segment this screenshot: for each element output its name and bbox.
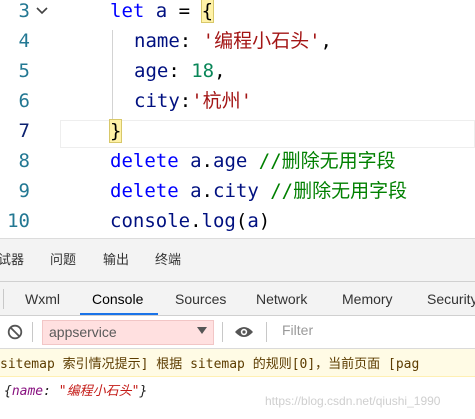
code-text: delete a.city //删除无用字段: [110, 176, 407, 206]
property-name: name: [134, 30, 180, 52]
code-text: age: 18,: [134, 56, 226, 86]
brace-close: }: [139, 384, 148, 399]
tab-console[interactable]: Console: [92, 282, 143, 315]
warning-message: sitemap 索引情况提示] 根据 sitemap 的规则[0]，当前页面 […: [0, 357, 420, 372]
object-key: name: [11, 384, 44, 399]
toolbar-separator: [32, 322, 33, 342]
identifier: a: [190, 180, 202, 202]
code-text: name: '编程小石头',: [134, 26, 332, 56]
dropdown-arrow-icon: [197, 327, 207, 334]
property-name: age: [213, 150, 248, 172]
paren-open: (: [235, 210, 248, 232]
devtools-tab-bar: Wxml Console Sources Network Memory Secu…: [0, 281, 475, 316]
colon: :: [179, 30, 203, 52]
console-warning-row: sitemap 索引情况提示] 根据 sitemap 的规则[0]，当前页面 […: [0, 349, 475, 377]
clear-console-icon[interactable]: [7, 324, 23, 340]
toolbar-separator: [222, 322, 223, 342]
toolbar-separator: [266, 322, 267, 342]
paren-close: ): [258, 210, 271, 232]
identifier: a: [190, 150, 202, 172]
code-text: console.log(a): [110, 206, 270, 236]
log-object: {name: "编程小石头"}: [4, 380, 147, 399]
code-line: 5 age: 18,: [0, 56, 475, 86]
colon: :: [179, 90, 192, 112]
active-tab-indicator: [80, 313, 158, 315]
tab-problems[interactable]: 问题: [50, 239, 76, 281]
code-line: 9 delete a.city //删除无用字段: [0, 176, 475, 206]
console-toolbar: appservice Filter: [0, 316, 475, 349]
property-name: city: [213, 180, 259, 202]
colon: :: [43, 384, 59, 399]
matched-brace: }: [108, 119, 123, 143]
line-number: 8: [18, 150, 30, 172]
argument: a: [247, 210, 259, 232]
comma: ,: [214, 60, 226, 82]
line-number: 7: [18, 120, 30, 142]
property-name: city: [134, 90, 180, 112]
code-text: let a = {: [110, 0, 215, 26]
brace-open: {: [4, 384, 12, 399]
code-line: 4 name: '编程小石头',: [0, 26, 475, 56]
tab-wxml[interactable]: Wxml: [25, 282, 60, 315]
dot: .: [201, 180, 213, 202]
tab-terminal[interactable]: 终端: [155, 239, 181, 281]
fold-chevron-icon[interactable]: [34, 2, 50, 20]
eye-icon[interactable]: [234, 325, 254, 339]
code-line: 7 }: [0, 116, 475, 146]
string-value: '杭州': [191, 90, 253, 112]
object-value: "编程小石头": [58, 384, 140, 399]
string-value: '编程小石头': [202, 30, 321, 52]
operator: =: [167, 0, 202, 22]
comment: //删除无用字段: [270, 180, 408, 202]
number-value: 18: [191, 60, 215, 82]
code-text: city:'杭州': [134, 86, 252, 116]
code-line: 10 console.log(a): [0, 206, 475, 236]
keyword: delete: [110, 180, 179, 202]
tab-memory[interactable]: Memory: [342, 282, 393, 315]
comma: ,: [320, 30, 332, 52]
comment: //删除无用字段: [258, 150, 396, 172]
matched-brace: {: [200, 0, 215, 23]
identifier: console: [110, 210, 191, 232]
line-number: 4: [18, 30, 30, 52]
context-select-value: appservice: [49, 324, 117, 340]
line-number: 9: [18, 180, 30, 202]
code-text: }: [108, 116, 123, 146]
method-name: log: [201, 210, 236, 232]
filter-input[interactable]: Filter: [282, 322, 313, 338]
line-number: 6: [18, 90, 30, 112]
line-number: 10: [7, 210, 30, 232]
context-select[interactable]: appservice: [42, 320, 214, 345]
tab-debugger[interactable]: 试器: [0, 239, 24, 281]
watermark: https://blog.csdn.net/qiushi_1990: [265, 394, 441, 408]
code-text: delete a.age //删除无用字段: [110, 146, 396, 176]
tab-security[interactable]: Security: [427, 282, 475, 315]
keyword: let: [110, 0, 145, 22]
code-line: 3 let a = {: [0, 0, 475, 26]
tab-sources[interactable]: Sources: [175, 282, 226, 315]
line-number: 3: [18, 0, 30, 22]
code-editor[interactable]: 3 let a = { 4 name: '编程小石头', 5 age: 18, …: [0, 0, 475, 238]
line-number: 5: [18, 60, 30, 82]
code-line: 6 city:'杭州': [0, 86, 475, 116]
tab-output[interactable]: 输出: [103, 239, 129, 281]
dot: .: [190, 210, 202, 232]
panel-tab-bar: 试器 问题 输出 终端: [0, 238, 475, 281]
dot: .: [201, 150, 213, 172]
property-name: age: [134, 60, 169, 82]
tab-separator: [3, 289, 4, 309]
code-line: 8 delete a.age //删除无用字段: [0, 146, 475, 176]
keyword: delete: [110, 150, 179, 172]
colon: :: [168, 60, 192, 82]
tab-network[interactable]: Network: [256, 282, 307, 315]
identifier: a: [155, 0, 168, 22]
